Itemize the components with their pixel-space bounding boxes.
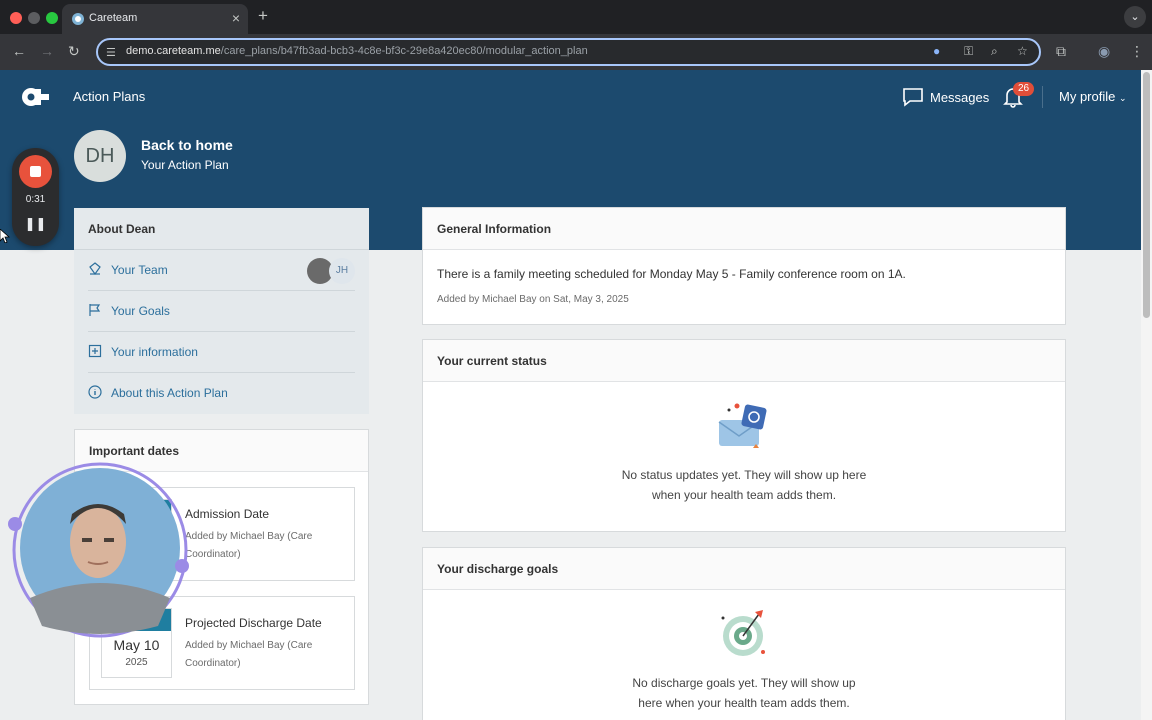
forward-arrow-icon[interactable]: → <box>40 43 54 59</box>
about-title: About Dean <box>74 208 369 250</box>
tab-title: Careteam <box>89 12 138 24</box>
notification-badge: 26 <box>1013 82 1034 96</box>
browser-tab-bar: Careteam × + ⌄ <box>0 0 1152 34</box>
general-information-text: There is a family meeting scheduled for … <box>437 267 906 281</box>
team-member-initials[interactable]: JH <box>329 258 355 284</box>
my-profile-menu[interactable]: My profile ⌄ <box>1059 89 1127 104</box>
profile-label: My profile <box>1059 89 1116 104</box>
browser-toolbar: ← → ↻ ☰ demo.careteam.me/care_plans/b47f… <box>0 34 1152 70</box>
user-avatar: DH <box>74 130 126 182</box>
close-window-button[interactable] <box>10 12 22 24</box>
minimize-window-button[interactable] <box>28 12 40 24</box>
date-title: Projected Discharge Date <box>185 616 322 630</box>
date-added-by: Added by Michael Bay (Care Coordinator) <box>185 640 313 669</box>
empty-line: here when your health team adds them. <box>638 696 850 710</box>
address-url: demo.careteam.me/care_plans/b47fb3ad-bcb… <box>126 45 588 57</box>
bookmark-star-icon[interactable]: ☆ <box>1017 44 1028 58</box>
screen-recorder-controls: 0:31 ❚❚ <box>12 148 59 246</box>
nav-label: About this Action Plan <box>111 386 228 400</box>
profile-avatar-icon[interactable]: ◉ <box>1098 43 1110 60</box>
nav-about-action-plan[interactable]: About this Action Plan <box>88 373 355 414</box>
discharge-goals-title: Your discharge goals <box>423 548 1065 590</box>
recording-timer: 0:31 <box>25 194 46 205</box>
empty-line: No status updates yet. They will show up… <box>621 468 867 482</box>
messages-label: Messages <box>930 89 990 105</box>
empty-line: No discharge goals yet. They will show u… <box>632 676 856 690</box>
target-illustration-icon <box>721 610 765 656</box>
extensions-puzzle-icon[interactable]: ⧉ <box>1056 43 1066 60</box>
new-tab-button[interactable]: + <box>258 6 268 26</box>
nav-your-information[interactable]: Your information <box>88 332 355 373</box>
url-path: /care_plans/b47fb3ad-bcb3-4c8e-bf3c-29e8… <box>220 45 588 57</box>
date-title: Admission Date <box>185 507 270 521</box>
current-status-title: Your current status <box>423 340 1065 382</box>
medical-file-icon <box>88 344 102 358</box>
calendar-year: 2025 <box>125 657 148 668</box>
maximize-window-button[interactable] <box>46 12 58 24</box>
mouse-cursor-icon <box>0 229 10 243</box>
nav-your-team[interactable]: Your Team JH <box>88 250 355 291</box>
scrollbar-thumb[interactable] <box>1143 72 1150 318</box>
back-arrow-icon[interactable]: ← <box>12 43 26 59</box>
header-divider <box>1042 86 1043 108</box>
chevron-down-icon: ⌄ <box>1118 93 1127 103</box>
status-empty-message: No status updates yet. They will show up… <box>423 465 1065 505</box>
extension-icon[interactable]: ● <box>933 44 940 58</box>
pause-icon[interactable]: ❚❚ <box>12 216 59 232</box>
url-host: demo.careteam.me <box>126 45 221 57</box>
address-bar[interactable]: ☰ demo.careteam.me/care_plans/b47fb3ad-b… <box>96 38 1041 66</box>
messages-link[interactable]: Messages <box>902 87 989 107</box>
browser-menu-icon[interactable]: ⋮ <box>1130 43 1144 60</box>
nav-your-goals[interactable]: Your Goals <box>88 291 355 332</box>
flag-icon <box>89 304 101 316</box>
webcam-bubble[interactable] <box>8 458 192 642</box>
empty-line: when your health team adds them. <box>651 488 837 502</box>
chat-bubble-icon <box>903 88 923 107</box>
general-information-added-by: Added by Michael Bay on Sat, May 3, 2025 <box>437 294 629 305</box>
zoom-icon[interactable]: ⌕ <box>991 44 998 59</box>
app-name[interactable]: Action Plans <box>73 89 145 104</box>
tab-close-icon[interactable]: × <box>232 10 240 26</box>
care-team-icon <box>89 262 101 276</box>
site-settings-icon[interactable]: ☰ <box>106 46 116 59</box>
current-status-card: Your current status No status updates ye… <box>422 339 1066 532</box>
info-icon <box>88 385 102 399</box>
page-subtitle: Your Action Plan <box>141 158 229 172</box>
nav-label: Your information <box>111 345 198 359</box>
stop-recording-button[interactable] <box>19 155 52 188</box>
careteam-favicon-icon <box>72 13 84 25</box>
envelope-illustration-icon <box>718 403 767 448</box>
reload-icon[interactable]: ↻ <box>68 43 80 60</box>
date-added-by: Added by Michael Bay (Care Coordinator) <box>185 531 313 560</box>
about-card: About Dean Your Team JH Your Goals Your … <box>74 208 369 414</box>
careteam-logo-icon[interactable] <box>22 86 50 108</box>
nav-label: Your Team <box>111 263 168 277</box>
general-information-title: General Information <box>423 208 1065 250</box>
general-information-card: General Information There is a family me… <box>422 207 1066 325</box>
back-to-home-link[interactable]: Back to home <box>141 137 233 153</box>
browser-tab[interactable]: Careteam × <box>62 4 248 34</box>
goals-empty-message: No discharge goals yet. They will show u… <box>423 673 1065 713</box>
tab-search-chevron-icon[interactable]: ⌄ <box>1124 6 1146 28</box>
discharge-goals-card: Your discharge goals No discharge goals … <box>422 547 1066 720</box>
nav-label: Your Goals <box>111 304 170 318</box>
password-key-icon[interactable]: ⚿ <box>964 44 973 59</box>
page-scrollbar[interactable] <box>1141 70 1152 720</box>
